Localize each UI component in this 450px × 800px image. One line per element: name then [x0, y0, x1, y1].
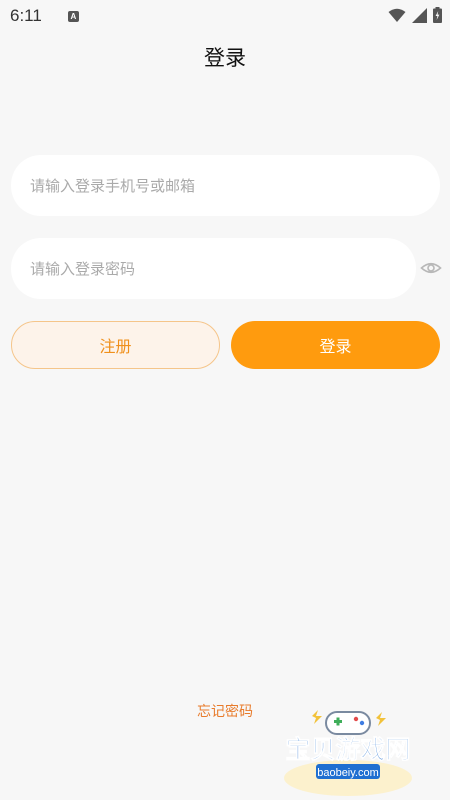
register-button[interactable]: 注册	[11, 321, 220, 369]
wifi-icon	[388, 8, 406, 22]
cell-signal-icon	[412, 7, 427, 23]
page-title: 登录	[204, 46, 246, 70]
login-button[interactable]: 登录	[231, 321, 440, 369]
eye-icon[interactable]	[420, 258, 442, 278]
phone-email-input[interactable]	[30, 176, 440, 195]
watermark-brand: 宝贝游戏网	[285, 735, 410, 764]
watermark-domain: baobeiy.com	[317, 767, 379, 779]
status-bar: 6:11 A	[0, 0, 450, 32]
password-input[interactable]	[30, 259, 416, 278]
gamepad-icon	[312, 710, 386, 735]
status-time: 6:11	[10, 6, 42, 25]
battery-icon	[433, 7, 442, 23]
phone-email-field[interactable]	[11, 155, 440, 216]
watermark-logo: 宝贝游戏网 baobeiy.com	[284, 710, 412, 796]
status-icons	[388, 7, 442, 23]
password-field[interactable]	[11, 238, 416, 299]
notification-a-icon: A	[67, 10, 79, 22]
